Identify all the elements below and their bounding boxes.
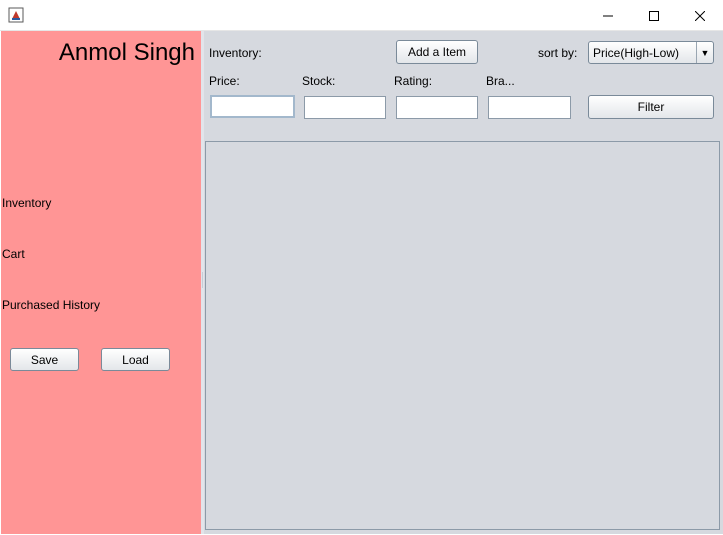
rating-label: Rating:	[394, 74, 433, 88]
price-label: Price:	[209, 74, 240, 88]
maximize-button[interactable]	[631, 0, 677, 31]
rating-field[interactable]	[396, 96, 478, 119]
brand-field[interactable]	[488, 96, 571, 119]
chevron-down-icon: ▼	[696, 42, 713, 63]
close-icon	[695, 10, 705, 21]
inventory-label: Inventory:	[209, 46, 262, 60]
sort-select-value: Price(High-Low)	[593, 46, 680, 60]
java-app-icon	[8, 7, 24, 23]
main-panel: Inventory: Add a Item sort by: Price(Hig…	[204, 31, 723, 534]
divider-grip[interactable]	[202, 272, 203, 288]
sidebar-item-cart[interactable]: Cart	[2, 247, 25, 261]
stock-label: Stock:	[302, 74, 336, 88]
filter-button[interactable]: Filter	[588, 95, 714, 119]
minimize-icon	[603, 15, 613, 16]
user-name: Anmol Singh	[58, 39, 195, 66]
stock-field[interactable]	[304, 96, 386, 119]
sidebar: Anmol Singh Inventory Cart Purchased His…	[1, 31, 201, 534]
price-field[interactable]	[210, 95, 295, 118]
load-button[interactable]: Load	[101, 348, 170, 371]
add-item-button[interactable]: Add a Item	[396, 40, 478, 64]
inventory-results-panel	[205, 141, 720, 530]
save-button[interactable]: Save	[10, 348, 79, 371]
close-button[interactable]	[677, 0, 723, 31]
sidebar-item-inventory[interactable]: Inventory	[2, 196, 51, 210]
sort-label: sort by:	[538, 46, 578, 60]
maximize-icon	[649, 10, 659, 21]
sidebar-item-purchased-history[interactable]: Purchased History	[2, 298, 100, 312]
sort-select[interactable]: Price(High-Low) ▼	[588, 41, 714, 64]
brand-label: Bra...	[486, 74, 515, 88]
window-titlebar	[0, 0, 723, 31]
minimize-button[interactable]	[585, 0, 631, 31]
